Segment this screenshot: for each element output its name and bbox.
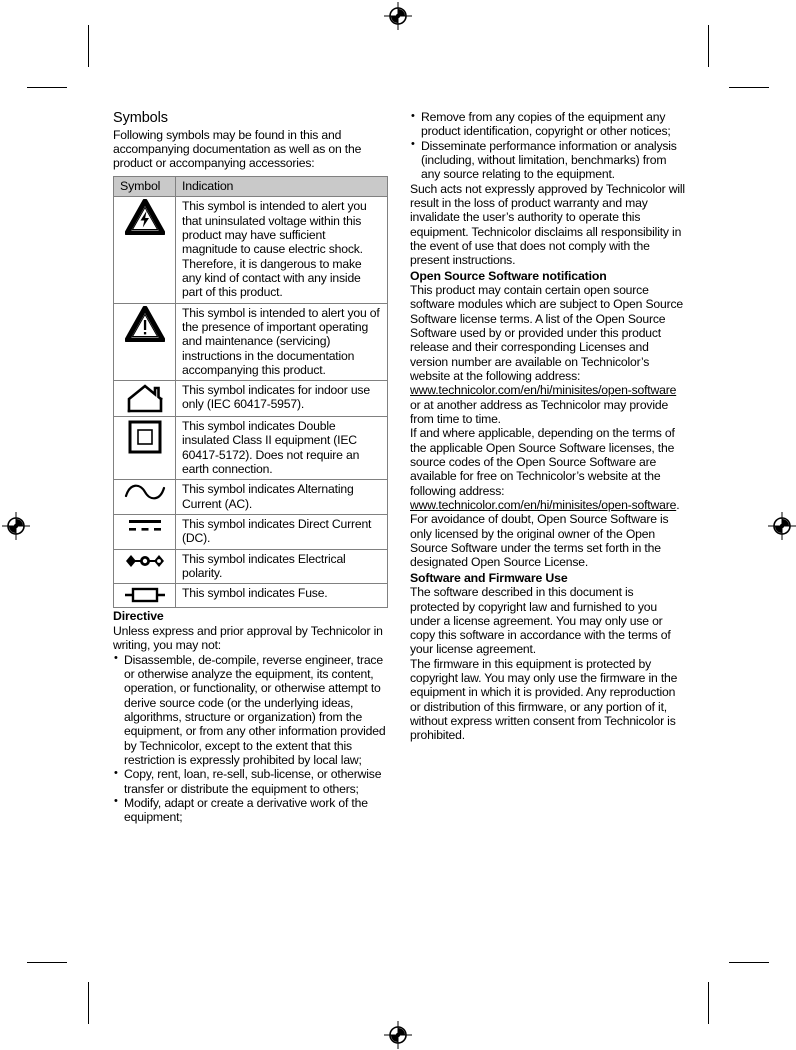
open-source-paragraph-2: If and where applicable, depending on th… bbox=[410, 426, 685, 512]
list-item: Disseminate performance information or a… bbox=[410, 138, 685, 182]
table-header-row: Symbol Indication bbox=[113, 175, 388, 198]
oss-paragraph-1-text-before-link: This product may contain certain open so… bbox=[410, 283, 683, 384]
left-column: Symbols Following symbols may be found i… bbox=[113, 110, 388, 825]
electrical-polarity-icon bbox=[113, 548, 176, 585]
column-header-symbol: Symbol bbox=[113, 175, 176, 198]
software-firmware-use-heading: Software and Firmware Use bbox=[410, 570, 568, 585]
list-item: Modify, adapt or create a derivative wor… bbox=[113, 795, 388, 825]
indication-cell: This symbol indicates Fuse. bbox=[175, 583, 388, 609]
indication-cell: This symbol indicates Direct Current (DC… bbox=[175, 514, 388, 550]
list-item: Remove from any copies of the equipment … bbox=[410, 110, 685, 139]
indication-cell: This symbol is intended to alert you of … bbox=[175, 302, 388, 382]
indication-cell: This symbol indicates Alternating Curren… bbox=[175, 479, 388, 516]
open-source-link-2[interactable]: www.technicolor.com/en/hi/minisites/open… bbox=[410, 498, 676, 512]
table-row: This symbol indicates Electrical polarit… bbox=[113, 548, 388, 585]
warning-exclamation-triangle-icon bbox=[113, 302, 176, 382]
registration-target-icon-right bbox=[768, 512, 796, 540]
open-source-software-heading: Open Source Software notification bbox=[410, 268, 607, 283]
software-use-paragraph: The software described in this document … bbox=[410, 585, 671, 657]
indication-cell: This symbol indicates Electrical polarit… bbox=[175, 548, 388, 585]
indication-cell: This symbol indicates for indoor use onl… bbox=[175, 380, 388, 418]
list-item: Disassemble, de-compile, reverse enginee… bbox=[113, 652, 388, 768]
table-row: This symbol indicates Direct Current (DC… bbox=[113, 514, 388, 550]
crop-mark-bottom-left-horizontal bbox=[27, 962, 67, 963]
indication-cell: This symbol is intended to alert you tha… bbox=[175, 196, 388, 304]
double-insulated-square-icon bbox=[113, 416, 176, 481]
page-content: Symbols Following symbols may be found i… bbox=[113, 110, 685, 825]
table-row: This symbol indicates Fuse. bbox=[113, 583, 388, 609]
oss-paragraph-1-text-after-link: or at another address as Technicolor may… bbox=[410, 397, 669, 427]
symbols-heading: Symbols bbox=[113, 110, 168, 126]
directive-heading: Directive bbox=[113, 609, 164, 624]
list-item: Copy, rent, loan, re-sell, sub-license, … bbox=[113, 767, 388, 796]
open-source-paragraph-3: For avoidance of doubt, Open Source Soft… bbox=[410, 512, 669, 570]
firmware-use-paragraph: The firmware in this equipment is protec… bbox=[410, 656, 678, 743]
open-source-paragraph-1: This product may contain certain open so… bbox=[410, 283, 685, 426]
right-column: Remove from any copies of the equipment … bbox=[410, 110, 685, 825]
symbols-table: Symbol Indication This symbol is intende… bbox=[113, 175, 388, 609]
crop-mark-top-left-horizontal bbox=[27, 87, 67, 88]
crop-mark-bottom-left-vertical bbox=[88, 982, 89, 1024]
directive-bullet-list-continued: Remove from any copies of the equipment … bbox=[410, 110, 685, 182]
crop-mark-top-left-vertical bbox=[88, 25, 89, 67]
crop-mark-bottom-right-vertical bbox=[708, 982, 709, 1024]
high-voltage-triangle-icon bbox=[113, 196, 176, 304]
table-row: This symbol is intended to alert you of … bbox=[113, 302, 388, 382]
crop-mark-top-right-horizontal bbox=[729, 87, 769, 88]
registration-target-icon-left bbox=[2, 512, 30, 540]
table-row: This symbol indicates Alternating Curren… bbox=[113, 479, 388, 516]
alternating-current-icon bbox=[113, 479, 176, 516]
table-row: This symbol is intended to alert you tha… bbox=[113, 196, 388, 304]
crop-mark-top-right-vertical bbox=[708, 25, 709, 67]
oss-paragraph-2-text-after-link: . bbox=[676, 498, 680, 513]
indication-cell: This symbol indicates Double insulated C… bbox=[175, 416, 388, 481]
column-header-indication: Indication bbox=[175, 175, 388, 198]
indoor-use-house-icon bbox=[113, 380, 176, 418]
such-acts-paragraph: Such acts not expressly approved by Tech… bbox=[410, 181, 685, 268]
fuse-icon bbox=[113, 583, 176, 609]
directive-bullet-list: Disassemble, de-compile, reverse enginee… bbox=[113, 652, 388, 825]
table-row: This symbol indicates for indoor use onl… bbox=[113, 380, 388, 418]
symbols-intro-paragraph: Following symbols may be found in this a… bbox=[113, 127, 362, 171]
registration-target-icon-bottom bbox=[384, 1021, 412, 1049]
registration-target-icon-top bbox=[384, 2, 412, 30]
open-source-link-1[interactable]: www.technicolor.com/en/hi/minisites/open… bbox=[410, 383, 676, 397]
direct-current-icon bbox=[113, 514, 176, 550]
directive-intro-paragraph: Unless express and prior approval by Tec… bbox=[113, 623, 383, 653]
table-row: This symbol indicates Double insulated C… bbox=[113, 416, 388, 481]
oss-paragraph-2-text-before-link: If and where applicable, depending on th… bbox=[410, 426, 675, 498]
crop-mark-bottom-right-horizontal bbox=[729, 962, 769, 963]
